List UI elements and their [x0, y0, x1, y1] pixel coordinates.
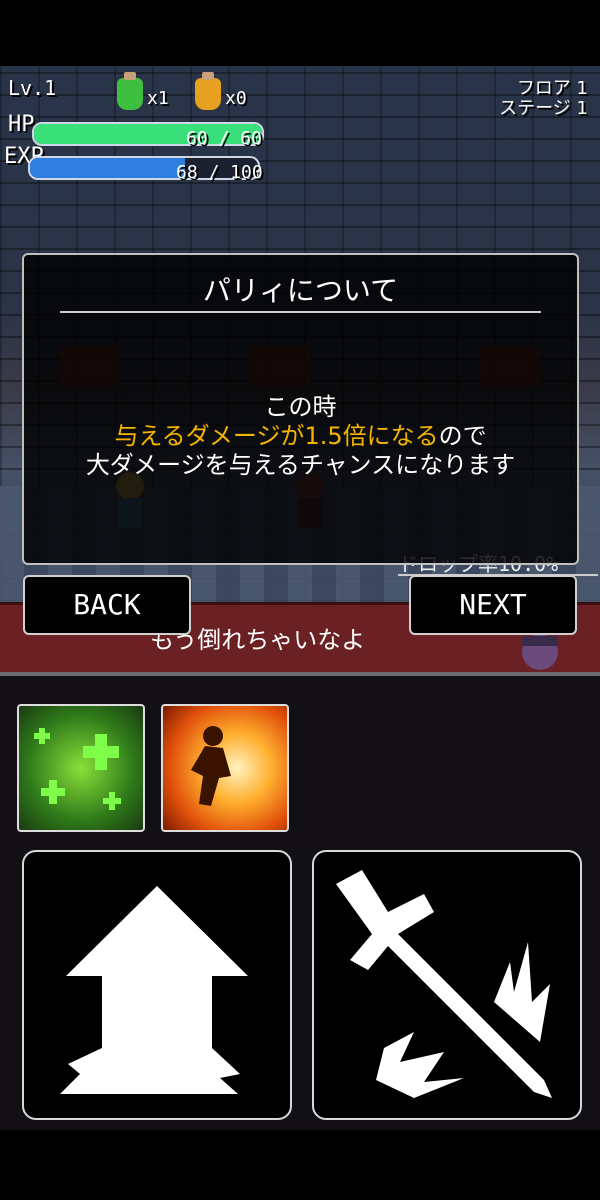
dialog-title: パリィについて: [202, 274, 399, 307]
heal-skill-button[interactable]: [17, 704, 145, 832]
exp-value: 68 / 100: [176, 162, 263, 183]
attack-button[interactable]: [312, 850, 582, 1120]
next-button[interactable]: NEXT: [409, 575, 577, 635]
dialog-body: この時 与えるダメージが1.5倍になるので 大ダメージを与えるチャンスになります: [24, 393, 577, 480]
level-label: Lv.1: [8, 76, 57, 100]
dialog-line-1: この時: [264, 393, 337, 421]
nav-bar: [0, 1130, 600, 1200]
status-bar: [0, 0, 600, 66]
sword-icon: [336, 870, 552, 1098]
hp-value: 60 / 60: [186, 128, 262, 149]
heal-icon: [34, 728, 121, 810]
back-button[interactable]: BACK: [23, 575, 191, 635]
jump-button[interactable]: [22, 850, 292, 1120]
tutorial-dialog: パリィについて この時 与えるダメージが1.5倍になるので 大ダメージを与えるチ…: [22, 253, 579, 565]
fire-skill-button[interactable]: [161, 704, 289, 832]
dialog-line-3: 大ダメージを与えるチャンスになります: [85, 451, 516, 479]
dialog-line-2-rest: ので: [438, 422, 487, 450]
dialog-highlight: 与えるダメージが1.5倍になる: [114, 422, 439, 450]
up-arrow-icon: [60, 886, 248, 1094]
fire-icon: [191, 726, 231, 806]
dialog-divider: [60, 311, 541, 313]
exp-bar-fill: [30, 158, 186, 178]
green-potion-icon[interactable]: [117, 72, 143, 110]
hp-label: HP: [8, 112, 35, 137]
orange-potion-count: x0: [225, 88, 247, 109]
orange-potion-icon[interactable]: [195, 72, 221, 110]
dialog-line-2: 与えるダメージが1.5倍になるので: [24, 422, 577, 451]
stage-label: ステージ 1: [499, 98, 588, 119]
green-potion-count: x1: [147, 88, 169, 109]
